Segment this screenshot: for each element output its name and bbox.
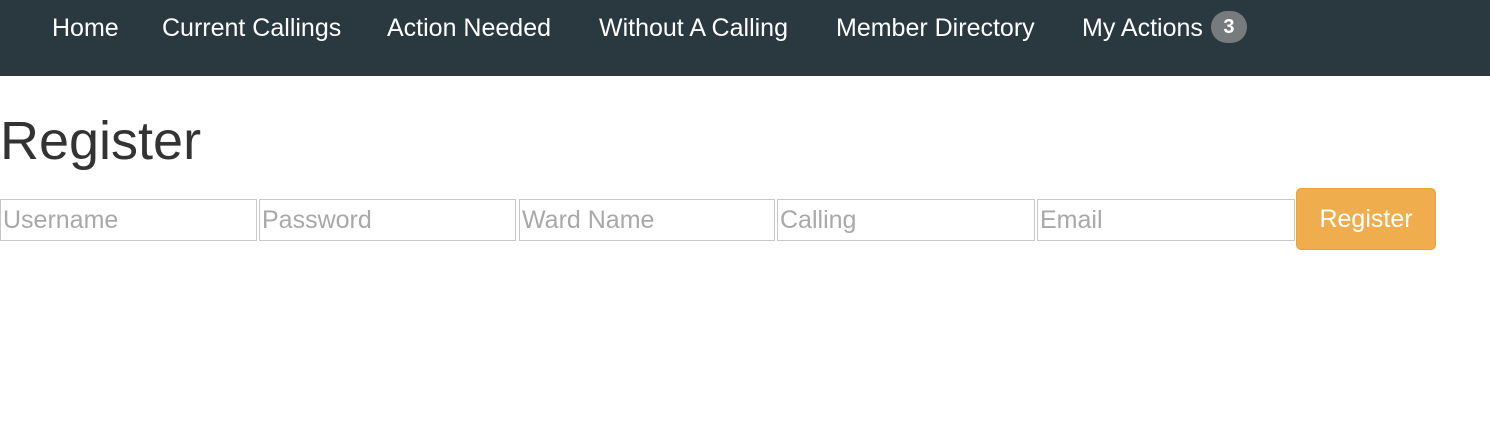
- nav-item-member-directory[interactable]: Member Directory: [836, 0, 1035, 56]
- register-button[interactable]: Register: [1296, 188, 1436, 250]
- ward-name-field[interactable]: [519, 199, 775, 241]
- nav-item-home[interactable]: Home: [52, 0, 119, 56]
- nav-item-without-a-calling[interactable]: Without A Calling: [599, 0, 788, 56]
- nav-item-my-actions[interactable]: My Actions 3: [1082, 0, 1247, 56]
- username-field[interactable]: [0, 199, 257, 241]
- nav-item-action-needed[interactable]: Action Needed: [387, 0, 551, 56]
- email-field[interactable]: [1037, 199, 1295, 241]
- nav-item-current-callings[interactable]: Current Callings: [162, 0, 341, 56]
- password-field[interactable]: [259, 199, 516, 241]
- page-title: Register: [0, 111, 202, 171]
- nav-item-my-actions-label: My Actions: [1082, 14, 1203, 42]
- top-navbar: Home Current Callings Action Needed With…: [0, 0, 1490, 76]
- calling-field[interactable]: [777, 199, 1035, 241]
- my-actions-count-badge: 3: [1210, 11, 1247, 44]
